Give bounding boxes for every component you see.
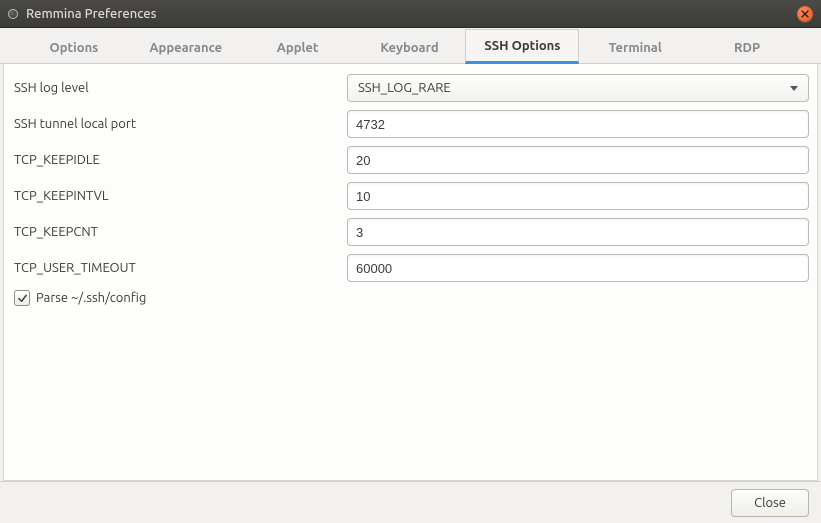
ssh-log-level-value: SSH_LOG_RARE xyxy=(358,81,451,95)
row-parse-ssh-config: Parse ~/.ssh/config xyxy=(12,290,809,306)
tcp-keepcnt-input[interactable] xyxy=(347,218,809,246)
titlebar: Remmina Preferences xyxy=(0,0,821,28)
tab-rdp[interactable]: RDP xyxy=(691,32,803,63)
ssh-tunnel-port-label: SSH tunnel local port xyxy=(12,117,347,131)
ssh-tunnel-port-input[interactable] xyxy=(347,110,809,138)
parse-ssh-config-checkbox[interactable] xyxy=(14,290,30,306)
dialog-footer: Close xyxy=(0,481,821,523)
tab-options[interactable]: Options xyxy=(18,32,130,63)
tab-keyboard[interactable]: Keyboard xyxy=(354,32,466,63)
tcp-keepintvl-input[interactable] xyxy=(347,182,809,210)
check-icon xyxy=(17,293,28,304)
row-tcp-keepcnt: TCP_KEEPCNT xyxy=(12,218,809,246)
tcp-keepidle-input[interactable] xyxy=(347,146,809,174)
ssh-log-level-dropdown[interactable]: SSH_LOG_RARE xyxy=(347,74,809,102)
row-tcp-user-timeout: TCP_USER_TIMEOUT xyxy=(12,254,809,282)
tab-terminal[interactable]: Terminal xyxy=(579,32,691,63)
row-ssh-log-level: SSH log level SSH_LOG_RARE xyxy=(12,74,809,102)
tcp-keepintvl-label: TCP_KEEPINTVL xyxy=(12,189,347,203)
tcp-user-timeout-input[interactable] xyxy=(347,254,809,282)
tcp-keepidle-label: TCP_KEEPIDLE xyxy=(12,153,347,167)
chevron-down-icon xyxy=(790,86,798,91)
tab-applet[interactable]: Applet xyxy=(242,32,354,63)
window-title: Remmina Preferences xyxy=(26,7,156,21)
close-button[interactable]: Close xyxy=(731,489,809,517)
tcp-keepcnt-label: TCP_KEEPCNT xyxy=(12,225,347,239)
parse-ssh-config-label: Parse ~/.ssh/config xyxy=(36,291,146,305)
row-tcp-keepidle: TCP_KEEPIDLE xyxy=(12,146,809,174)
tab-ssh-options[interactable]: SSH Options xyxy=(465,29,579,64)
app-icon xyxy=(8,9,18,19)
tabbar: Options Appearance Applet Keyboard SSH O… xyxy=(0,28,821,64)
tcp-user-timeout-label: TCP_USER_TIMEOUT xyxy=(12,261,347,275)
ssh-log-level-label: SSH log level xyxy=(12,81,347,95)
tab-content: SSH log level SSH_LOG_RARE SSH tunnel lo… xyxy=(3,64,818,481)
row-tcp-keepintvl: TCP_KEEPINTVL xyxy=(12,182,809,210)
row-ssh-tunnel-port: SSH tunnel local port xyxy=(12,110,809,138)
window-close-button[interactable] xyxy=(797,6,813,22)
tab-appearance[interactable]: Appearance xyxy=(130,32,242,63)
close-icon xyxy=(801,10,809,18)
